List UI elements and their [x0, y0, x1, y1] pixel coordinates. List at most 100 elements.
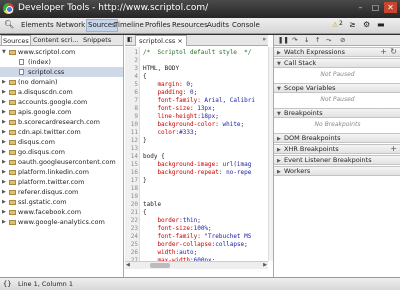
tree-item[interactable]: ▶ ssl.gstatic.com	[0, 197, 123, 207]
file-tab-scriptol-css[interactable]: scriptol.css ×	[135, 35, 187, 46]
tab-network[interactable]: Network	[56, 21, 85, 29]
code-line[interactable]: background-color: white;	[143, 121, 244, 129]
collapse-arrow-icon[interactable]: ▶	[2, 167, 6, 177]
collapse-arrow-icon[interactable]: ▶	[277, 168, 281, 176]
tab-profiles[interactable]: Profiles	[145, 21, 170, 29]
pretty-print-icon[interactable]: {}	[3, 280, 11, 288]
code-area[interactable]: 1 /* Scriptol default style */ 2 3 HTML, BOD…	[125, 47, 268, 261]
code-line[interactable]: padding: 0;	[143, 89, 197, 97]
collapse-arrow-icon[interactable]: ▶	[2, 97, 6, 107]
line-number[interactable]: 25	[125, 241, 138, 249]
line-number[interactable]: 15	[125, 161, 138, 169]
tree-item[interactable]: ▶ www.google-analytics.com	[0, 217, 123, 227]
code-line[interactable]: font-family: "Trebuchet MS	[143, 233, 251, 241]
tree-item[interactable]: ▼ www.scriptol.com	[0, 47, 123, 57]
code-line[interactable]: {	[143, 209, 147, 217]
line-number[interactable]: 17	[125, 177, 138, 185]
tab-resources[interactable]: Resources	[172, 21, 208, 29]
collapse-arrow-icon[interactable]: ▶	[277, 49, 281, 57]
code-line[interactable]: background-repeat: no-repe	[143, 169, 251, 177]
navigator-toggle-icon[interactable]: ◧	[127, 36, 133, 43]
tree-item[interactable]: ▶ platform.twitter.com	[0, 177, 123, 187]
step-over-icon[interactable]: ↷	[292, 36, 297, 44]
sidebar-section-xhr-breakpoints[interactable]: ▶ XHR Breakpoints +	[274, 144, 400, 154]
collapse-arrow-icon[interactable]: ▶	[2, 87, 6, 97]
collapse-arrow-icon[interactable]: ▶	[2, 197, 6, 207]
line-number[interactable]: 5	[125, 81, 138, 89]
tree-item[interactable]: ▶ (no domain)	[0, 77, 123, 87]
sidebar-section-scope-variables[interactable]: ▼ Scope Variables	[274, 83, 400, 93]
code-line[interactable]: /* Scriptol default style */	[143, 49, 251, 57]
tab-list-icon[interactable]: »	[262, 36, 266, 43]
line-number[interactable]: 19	[125, 193, 138, 201]
collapse-arrow-icon[interactable]: ▶	[277, 146, 281, 154]
sidebar-section-workers[interactable]: ▶ Workers	[274, 166, 400, 176]
line-number[interactable]: 18	[125, 185, 138, 193]
horizontal-scrollbar[interactable]: ◀ ▶	[125, 261, 268, 269]
tab-audits[interactable]: Audits	[207, 21, 229, 29]
line-number[interactable]: 3	[125, 65, 138, 73]
line-number[interactable]: 26	[125, 249, 138, 257]
tree-item[interactable]: ▶ go.disqus.com	[0, 147, 123, 157]
collapse-arrow-icon[interactable]: ▶	[2, 187, 6, 197]
code-line[interactable]: {	[143, 73, 147, 81]
line-number[interactable]: 23	[125, 225, 138, 233]
add-icon[interactable]: +	[390, 145, 397, 153]
tree-item[interactable]: ▶ referer.disqus.com	[0, 187, 123, 197]
tab-sources[interactable]: Sources	[86, 19, 118, 32]
tab-elements[interactable]: Elements	[21, 21, 54, 29]
tree-item[interactable]: ▶ b.scorecardresearch.com	[0, 117, 123, 127]
sidebar-section-call-stack[interactable]: ▼ Call Stack	[274, 58, 400, 68]
line-number[interactable]: 1	[125, 49, 138, 57]
expand-arrow-icon[interactable]: ▼	[2, 47, 6, 57]
line-number[interactable]: 6	[125, 89, 138, 97]
dock-icon[interactable]: ▬	[377, 20, 385, 29]
collapse-arrow-icon[interactable]: ▶	[2, 147, 6, 157]
collapse-arrow-icon[interactable]: ▶	[2, 217, 6, 227]
sidebar-section-breakpoints[interactable]: ▼ Breakpoints	[274, 108, 400, 118]
tree-item[interactable]: ▶ cdn.api.twitter.com	[0, 127, 123, 137]
tree-item[interactable]: ▶ www.facebook.com	[0, 207, 123, 217]
pause-on-exceptions-icon[interactable]: ⊘	[340, 36, 345, 44]
scroll-thumb[interactable]	[150, 263, 170, 268]
line-number[interactable]: 12	[125, 137, 138, 145]
sidebar-section-event-listener-breakpoints[interactable]: ▶ Event Listener Breakpoints	[274, 155, 400, 165]
line-number[interactable]: 21	[125, 209, 138, 217]
expand-arrow-icon[interactable]: ▼	[277, 60, 281, 68]
expand-arrow-icon[interactable]: ▼	[277, 110, 281, 118]
line-number[interactable]: 7	[125, 97, 138, 105]
minimize-button[interactable]: –	[354, 2, 367, 13]
line-number[interactable]: 14	[125, 153, 138, 161]
code-line[interactable]: body {	[143, 153, 165, 161]
code-line[interactable]: HTML, BODY	[143, 65, 179, 73]
line-number[interactable]: 13	[125, 145, 138, 153]
code-line[interactable]: }	[143, 177, 147, 185]
code-line[interactable]: line-height:18px;	[143, 113, 218, 121]
collapse-arrow-icon[interactable]: ▶	[277, 135, 281, 143]
tab-timeline[interactable]: Timeline	[114, 21, 144, 29]
tab-console[interactable]: Console	[232, 21, 260, 29]
expand-arrow-icon[interactable]: ▼	[277, 85, 281, 93]
step-into-icon[interactable]: ↓	[304, 36, 309, 44]
collapse-arrow-icon[interactable]: ▶	[2, 137, 6, 147]
tree-item[interactable]: scriptol.css	[0, 67, 123, 77]
maximize-button[interactable]: □	[369, 2, 382, 13]
collapse-arrow-icon[interactable]: ▶	[277, 157, 281, 165]
tree-item[interactable]: (index)	[0, 57, 123, 67]
settings-gear-icon[interactable]: ⚙	[363, 20, 370, 29]
collapse-arrow-icon[interactable]: ▶	[2, 127, 6, 137]
line-number[interactable]: 16	[125, 169, 138, 177]
sidebar-section-watch-expressions[interactable]: ▶ Watch Expressions + ↻	[274, 47, 400, 57]
code-line[interactable]: font-size: 13px;	[143, 105, 215, 113]
tab-snippets[interactable]: Snippets	[83, 36, 111, 44]
collapse-arrow-icon[interactable]: ▶	[2, 107, 6, 117]
tab-content-scripts[interactable]: Content scri...	[33, 36, 79, 44]
code-line[interactable]: margin: 0;	[143, 81, 193, 89]
scroll-right-icon[interactable]: ▶	[263, 262, 267, 268]
code-line[interactable]: color:#333;	[143, 129, 197, 137]
code-line[interactable]: }	[143, 137, 147, 145]
line-number[interactable]: 9	[125, 113, 138, 121]
line-number[interactable]: 8	[125, 105, 138, 113]
code-line[interactable]: font-family: Arial, Calibri	[143, 97, 255, 105]
collapse-arrow-icon[interactable]: ▶	[2, 77, 6, 87]
